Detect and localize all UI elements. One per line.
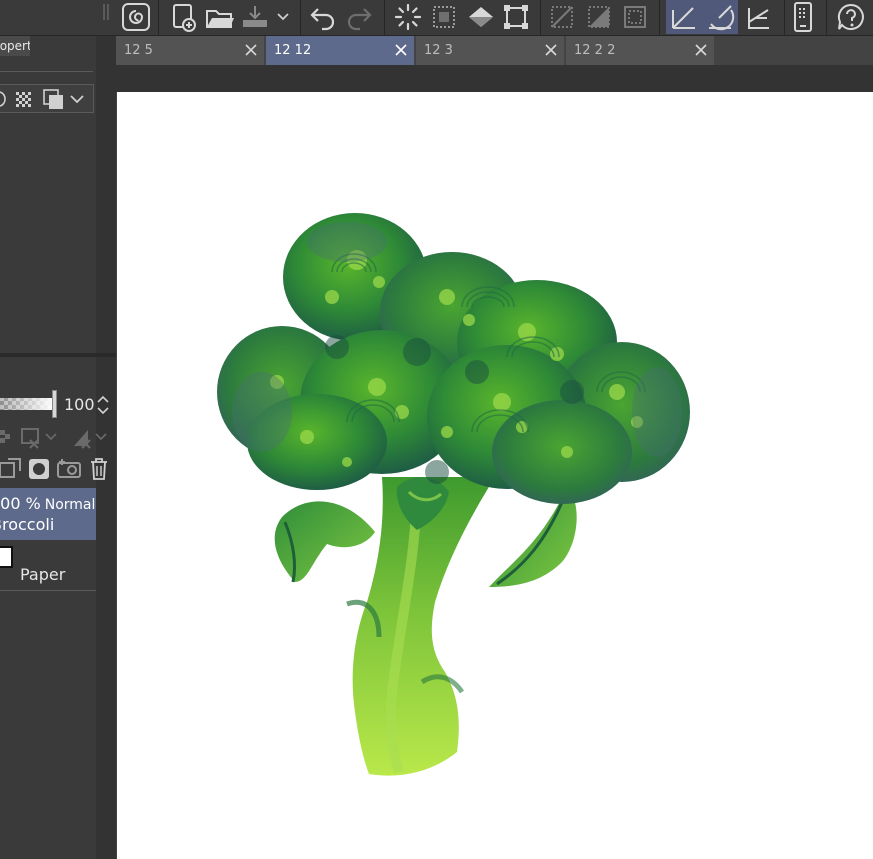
tab-label: 12 3 [424, 43, 453, 58]
tab-label: 12 2 2 [574, 43, 616, 58]
command-bar [0, 0, 873, 36]
tab-label: 12 5 [124, 43, 153, 58]
percent-sign: % [25, 494, 41, 513]
panel-splitter[interactable] [0, 353, 116, 357]
toolbar-grip[interactable] [107, 4, 109, 20]
tab-property[interactable]: Property [0, 36, 30, 56]
export-dropdown-chevron-icon[interactable] [273, 0, 293, 34]
layer-blend-mode: Normal [44, 497, 96, 513]
opacity-slider-thumb[interactable] [52, 390, 57, 418]
opacity-value[interactable]: 100 [64, 395, 95, 415]
new-layer-icon[interactable] [0, 457, 22, 481]
layer-opacity-slider[interactable] [0, 393, 54, 415]
document-tabs: 12 5 12 12 12 3 12 2 2 [116, 36, 873, 65]
paper-layer-name: Paper [20, 565, 66, 584]
left-panel: Property [0, 36, 116, 859]
layer-item-selected[interactable]: 100%Normal Broccoli [0, 488, 96, 540]
close-icon[interactable] [244, 43, 258, 57]
divider [0, 71, 93, 72]
loading-spinner-icon[interactable] [392, 0, 424, 34]
checker-icon [16, 92, 31, 107]
property-controls-row [0, 84, 94, 113]
close-icon[interactable] [694, 43, 708, 57]
export-icon[interactable] [240, 0, 270, 34]
paper-canvas[interactable] [117, 92, 873, 859]
divider [0, 590, 96, 591]
canvas-area: 12 5 12 12 12 3 12 2 2 [116, 36, 873, 859]
invert-selection-icon[interactable] [583, 0, 615, 34]
selection-border-icon[interactable] [619, 0, 651, 34]
open-folder-icon[interactable] [203, 0, 237, 34]
broccoli-artwork [217, 213, 690, 776]
layer-name: Broccoli [0, 515, 55, 534]
tab-document-3[interactable]: 12 3 [416, 36, 564, 65]
clip-studio-icon[interactable] [116, 0, 156, 34]
new-vector-layer-icon[interactable] [56, 457, 84, 481]
deselect-icon[interactable] [546, 0, 578, 34]
toolbar-grip[interactable] [103, 4, 105, 20]
layer-opacity-mode: 100%Normal [0, 494, 99, 513]
tab-document-1[interactable]: 12 5 [116, 36, 264, 65]
app-window: Property [0, 0, 873, 859]
draft-layer-icon[interactable] [70, 426, 110, 450]
clipping-icon[interactable] [0, 426, 14, 448]
close-icon[interactable] [394, 43, 408, 57]
opacity-spinner[interactable] [95, 394, 111, 416]
snap-special-ruler-icon[interactable] [702, 0, 738, 34]
tab-label: 12 12 [274, 43, 312, 58]
close-icon[interactable] [544, 43, 558, 57]
new-canvas-icon[interactable] [168, 0, 200, 34]
reference-layer-icon[interactable] [20, 426, 60, 450]
canvas-header-strip [116, 65, 873, 92]
select-all-icon[interactable] [428, 0, 460, 34]
tab-document-2[interactable]: 12 12 [266, 36, 414, 65]
trash-icon[interactable] [88, 457, 110, 481]
tab-document-4[interactable]: 12 2 2 [566, 36, 714, 65]
help-icon[interactable] [834, 0, 868, 34]
undo-icon[interactable] [306, 0, 340, 34]
redo-icon [342, 0, 376, 34]
paper-layer-thumbnail [0, 546, 13, 568]
transform-icon[interactable] [500, 0, 532, 34]
snap-ruler-icon[interactable] [666, 0, 702, 34]
layer-opacity: 100 [0, 494, 21, 513]
smartphone-icon[interactable] [788, 0, 818, 34]
layer-mask-icon[interactable] [26, 457, 52, 481]
snap-grid-icon[interactable] [742, 0, 776, 34]
fill-icon[interactable] [463, 0, 499, 34]
